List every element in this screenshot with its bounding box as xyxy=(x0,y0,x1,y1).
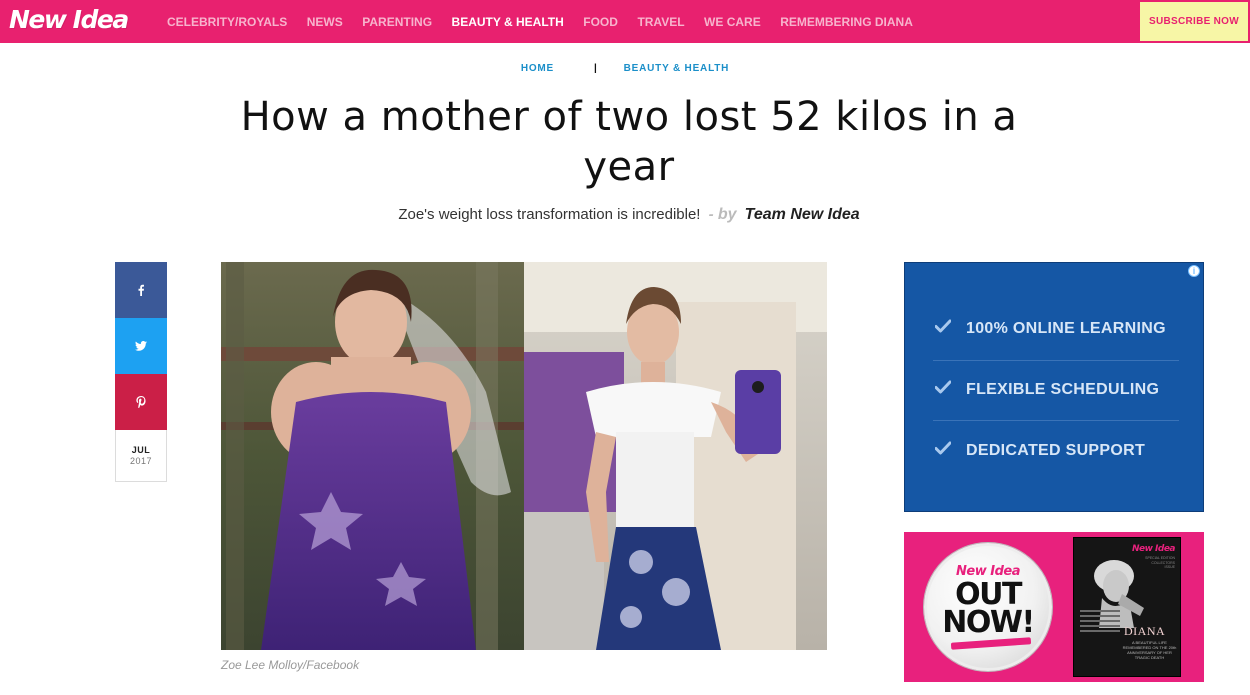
ad-item-label: FLEXIBLE SCHEDULING xyxy=(966,380,1160,398)
share-twitter-button[interactable] xyxy=(115,318,167,374)
author-link[interactable]: Team New Idea xyxy=(745,206,860,223)
magazine-subtitle: A BEAUTIFUL LIFE REMEMBERED ON THE 20th … xyxy=(1122,640,1177,660)
main-nav: CELEBRITY/ROYALS NEWS PARENTING BEAUTY &… xyxy=(167,15,932,29)
share-facebook-button[interactable] xyxy=(115,262,167,318)
before-after-photo xyxy=(221,262,827,650)
badge-line2: NOW! xyxy=(942,605,1035,640)
byline-prefix: by xyxy=(717,206,737,223)
share-sidebar: JUL 2017 xyxy=(115,262,167,482)
date-year: 2017 xyxy=(129,456,153,466)
out-now-badge: New Idea OUT NOW! xyxy=(924,543,1052,671)
hero-image xyxy=(221,262,827,650)
article-subtitle: Zoe's weight loss transformation is incr… xyxy=(398,206,701,223)
magazine-title: DIANA xyxy=(1124,624,1166,638)
nav-item-celebrity-royals[interactable]: CELEBRITY/ROYALS xyxy=(167,15,287,29)
nav-item-we-care[interactable]: WE CARE xyxy=(704,15,761,29)
subscribe-button[interactable]: SUBSCRIBE NOW xyxy=(1140,2,1248,41)
ad-item-label: DEDICATED SUPPORT xyxy=(966,441,1146,459)
magazine-text-lines xyxy=(1080,610,1120,635)
breadcrumb-home-link[interactable]: HOME xyxy=(521,63,554,74)
magazine-corner-text: SPECIAL EDITION COLLECTORS ISSUE xyxy=(1145,556,1175,569)
article-subline: Zoe's weight loss transformation is incr… xyxy=(0,206,1250,224)
nav-item-parenting[interactable]: PARENTING xyxy=(362,15,432,29)
nav-item-news[interactable]: NEWS xyxy=(307,15,343,29)
pinterest-icon xyxy=(136,396,146,408)
article-date: JUL 2017 xyxy=(115,430,167,482)
checkmark-icon xyxy=(934,441,953,460)
ad-item: 100% ONLINE LEARNING xyxy=(933,298,1179,359)
magazine-logo: New Idea xyxy=(1131,544,1176,554)
breadcrumb: HOME | BEAUTY & HEALTH xyxy=(0,63,1250,74)
nav-item-beauty-health[interactable]: BEAUTY & HEALTH xyxy=(452,15,564,29)
byline-dash: - xyxy=(708,206,714,223)
nav-item-remembering-diana[interactable]: REMEMBERING DIANA xyxy=(780,15,913,29)
share-pinterest-button[interactable] xyxy=(115,374,167,430)
site-logo[interactable]: New Idea xyxy=(9,5,129,34)
breadcrumb-section-link[interactable]: BEAUTY & HEALTH xyxy=(624,63,730,74)
date-month: JUL xyxy=(131,445,151,455)
checkmark-icon xyxy=(934,380,953,399)
advertisement-new-idea-out-now[interactable]: New Idea OUT NOW! New Idea SPECIAL EDITI… xyxy=(904,532,1204,682)
ad-info-icon[interactable]: i xyxy=(1188,265,1200,277)
advertisement-online-learning[interactable]: i 100% ONLINE LEARNING FLEXIBLE SCHEDULI… xyxy=(904,262,1204,512)
ad-item: FLEXIBLE SCHEDULING xyxy=(933,359,1179,420)
magazine-cover: New Idea SPECIAL EDITION COLLECTORS ISSU… xyxy=(1073,537,1181,677)
nav-item-travel[interactable]: TRAVEL xyxy=(637,15,684,29)
image-caption: Zoe Lee Molloy/Facebook xyxy=(221,658,360,672)
nav-item-food[interactable]: FOOD xyxy=(583,15,618,29)
twitter-icon xyxy=(135,341,147,351)
ad-item-label: 100% ONLINE LEARNING xyxy=(966,319,1166,337)
top-navigation-bar: New Idea CELEBRITY/ROYALS NEWS PARENTING… xyxy=(0,0,1250,43)
facebook-icon xyxy=(138,284,144,296)
article-title: How a mother of two lost 52 kilos in a y… xyxy=(240,94,1018,190)
breadcrumb-separator: | xyxy=(594,63,598,74)
checkmark-icon xyxy=(934,319,953,338)
ad-item: DEDICATED SUPPORT xyxy=(933,420,1179,481)
